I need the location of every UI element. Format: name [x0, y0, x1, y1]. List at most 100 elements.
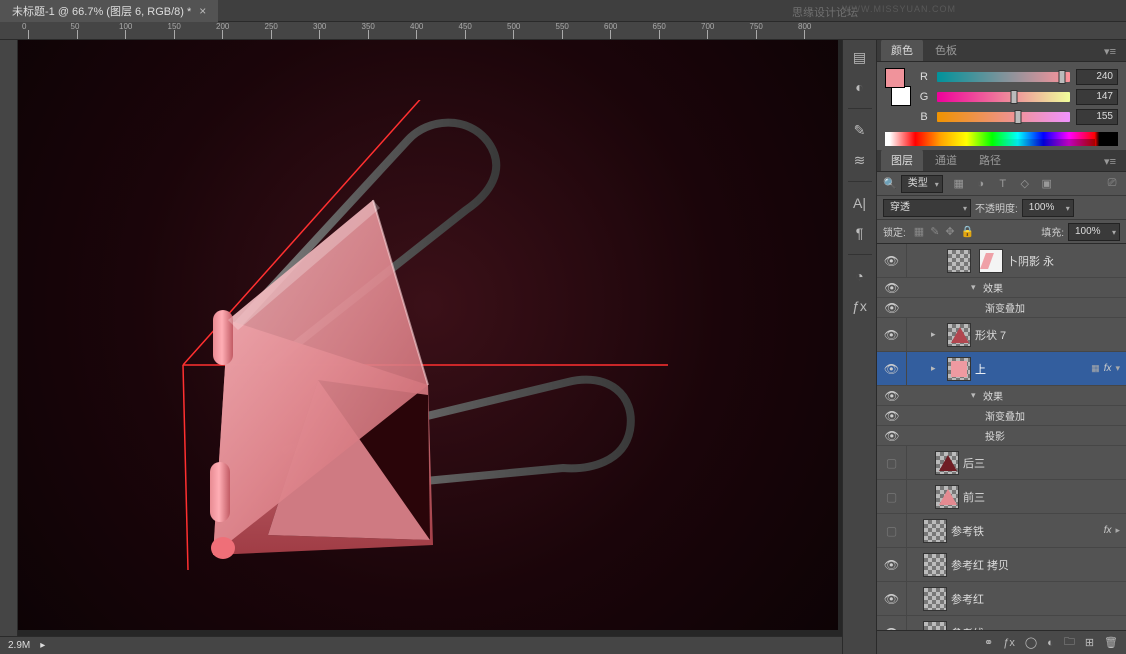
visibility-toggle[interactable]: 👁 [877, 426, 907, 445]
layer-row[interactable]: 👁 ▸ 形状 7 [877, 318, 1126, 352]
character-icon[interactable]: A| [847, 190, 873, 216]
layer-name[interactable]: 上 [975, 361, 1087, 377]
background-swatch[interactable] [891, 86, 911, 106]
layer-thumbnail[interactable] [947, 249, 971, 273]
spectrum-picker[interactable] [885, 132, 1118, 146]
layer-thumbnail[interactable] [979, 249, 1003, 273]
visibility-toggle[interactable]: 👁 [877, 244, 907, 277]
tab-swatches[interactable]: 色板 [925, 39, 967, 61]
filter-toggle-icon[interactable]: ⎚ [1104, 176, 1120, 192]
adjustments-icon[interactable]: ◐ [847, 74, 873, 100]
layer-thumbnail[interactable] [923, 553, 947, 577]
filter-adjust-icon[interactable]: ◑ [973, 176, 989, 192]
layer-effect-row[interactable]: 👁渐变叠加 [877, 298, 1126, 318]
foreground-swatch[interactable] [885, 68, 905, 88]
layer-row[interactable]: ▢ 参考铁 fx▸ [877, 514, 1126, 548]
layer-row[interactable]: 👁 ▸ 上 ▦ fx▾ [877, 352, 1126, 386]
new-layer-icon[interactable]: ⊞ [1085, 636, 1094, 649]
status-chevron-icon[interactable]: ▸ [40, 640, 45, 651]
filter-shape-icon[interactable]: ◇ [1017, 176, 1033, 192]
fx-badge[interactable]: fx [1104, 363, 1112, 374]
document-tab[interactable]: 未标题-1 @ 66.7% (图层 6, RGB/8) * × [0, 0, 218, 22]
new-fill-icon[interactable]: ◐ [1047, 637, 1054, 649]
tab-channels[interactable]: 通道 [925, 149, 967, 171]
fill-input[interactable]: 100% [1068, 223, 1120, 241]
paragraph-icon[interactable]: ¶ [847, 220, 873, 246]
tab-paths[interactable]: 路径 [969, 149, 1011, 171]
layer-name[interactable]: 前三 [963, 489, 1120, 505]
visibility-toggle[interactable]: 👁 [877, 386, 907, 405]
layer-row[interactable]: 👁 参考红 拷贝 [877, 548, 1126, 582]
layer-name[interactable]: 形状 7 [975, 327, 1120, 343]
layer-effect-row[interactable]: 👁渐变叠加 [877, 406, 1126, 426]
visibility-toggle[interactable]: 👁 [877, 318, 907, 351]
layer-thumbnail[interactable] [935, 485, 959, 509]
expand-fx-icon[interactable]: ▸ [1115, 525, 1120, 536]
color-swatch-pair[interactable] [885, 68, 907, 104]
layer-effect-row[interactable]: 👁▾效果 [877, 386, 1126, 406]
fx-badge[interactable]: fx [1104, 525, 1112, 536]
lock-all-icon[interactable]: 🔒 [961, 225, 975, 238]
new-group-icon[interactable]: 🗀 [1064, 633, 1075, 652]
filter-pixel-icon[interactable]: ▦ [951, 176, 967, 192]
layer-name[interactable]: 后三 [963, 455, 1120, 471]
lock-position-icon[interactable]: ✥ [945, 225, 954, 238]
actions-icon[interactable]: ƒx [847, 293, 873, 319]
panel-menu-icon[interactable]: ▾≡ [1094, 152, 1126, 171]
layer-row[interactable]: ▢ 后三 [877, 446, 1126, 480]
disclosure-icon[interactable]: ▸ [931, 363, 943, 374]
lock-paint-icon[interactable]: ✎ [930, 225, 939, 238]
opacity-input[interactable]: 100% [1022, 199, 1074, 217]
filter-search-icon[interactable]: 🔍 [883, 177, 897, 190]
b-value-input[interactable]: 155 [1076, 109, 1118, 125]
brush-icon[interactable]: ✎ [847, 117, 873, 143]
filter-type-dropdown[interactable]: 类型 [901, 175, 943, 193]
artboard[interactable] [18, 40, 838, 630]
layer-fx-icon[interactable]: ƒx [1003, 637, 1015, 649]
visibility-toggle[interactable]: 👁 [877, 548, 907, 581]
visibility-toggle[interactable]: ▢ [877, 480, 907, 513]
link-mask-icon[interactable]: ▦ [1091, 363, 1100, 374]
layer-thumbnail[interactable] [923, 519, 947, 543]
layer-effect-row[interactable]: 👁▾效果 [877, 278, 1126, 298]
layer-effect-row[interactable]: 👁投影 [877, 426, 1126, 446]
disclosure-icon[interactable]: ▾ [971, 390, 983, 401]
layer-thumbnail[interactable] [947, 357, 971, 381]
delete-layer-icon[interactable]: 🗑 [1104, 636, 1118, 649]
layer-thumbnail[interactable] [947, 323, 971, 347]
layer-row[interactable]: ▢ 前三 [877, 480, 1126, 514]
visibility-toggle[interactable]: ▢ [877, 446, 907, 479]
histogram-icon[interactable]: ▤ [847, 44, 873, 70]
layer-row[interactable]: 👁参考线 [877, 616, 1126, 630]
layer-mask-icon[interactable]: ◯ [1025, 636, 1037, 649]
r-value-input[interactable]: 240 [1076, 69, 1118, 85]
layer-thumbnail[interactable] [923, 587, 947, 611]
r-slider[interactable] [937, 72, 1070, 82]
blend-mode-dropdown[interactable]: 穿透 [883, 199, 971, 217]
layer-row[interactable]: 👁卜阴影 永 [877, 244, 1126, 278]
expand-fx-icon[interactable]: ▾ [1115, 363, 1120, 374]
filter-type-icon[interactable]: T [995, 176, 1011, 192]
tab-layers[interactable]: 图层 [881, 149, 923, 171]
layer-thumbnail[interactable] [935, 451, 959, 475]
visibility-toggle[interactable]: 👁 [877, 582, 907, 615]
disclosure-icon[interactable]: ▸ [931, 329, 943, 340]
layer-name[interactable]: 参考铁 [951, 523, 1100, 539]
g-value-input[interactable]: 147 [1076, 89, 1118, 105]
panel-menu-icon[interactable]: ▾≡ [1094, 42, 1126, 61]
disclosure-icon[interactable]: ▾ [971, 282, 983, 293]
visibility-toggle[interactable]: 👁 [877, 616, 907, 630]
visibility-toggle[interactable]: ▢ [877, 514, 907, 547]
visibility-toggle[interactable]: 👁 [877, 352, 907, 385]
styles-icon[interactable]: ≋ [847, 147, 873, 173]
navigator-icon[interactable]: ◔ [847, 263, 873, 289]
layer-thumbnail[interactable] [923, 621, 947, 631]
canvas-area[interactable] [18, 40, 842, 636]
layer-name[interactable]: 参考红 拷贝 [951, 557, 1120, 573]
link-layers-icon[interactable]: ⚭ [984, 636, 993, 649]
visibility-toggle[interactable]: 👁 [877, 406, 907, 425]
filter-smart-icon[interactable]: ▣ [1039, 176, 1055, 192]
visibility-toggle[interactable]: 👁 [877, 298, 907, 317]
layer-list[interactable]: 👁卜阴影 永👁▾效果👁渐变叠加👁▸形状 7👁▸上▦fx▾👁▾效果👁渐变叠加👁投影… [877, 244, 1126, 630]
tab-color[interactable]: 颜色 [881, 39, 923, 61]
